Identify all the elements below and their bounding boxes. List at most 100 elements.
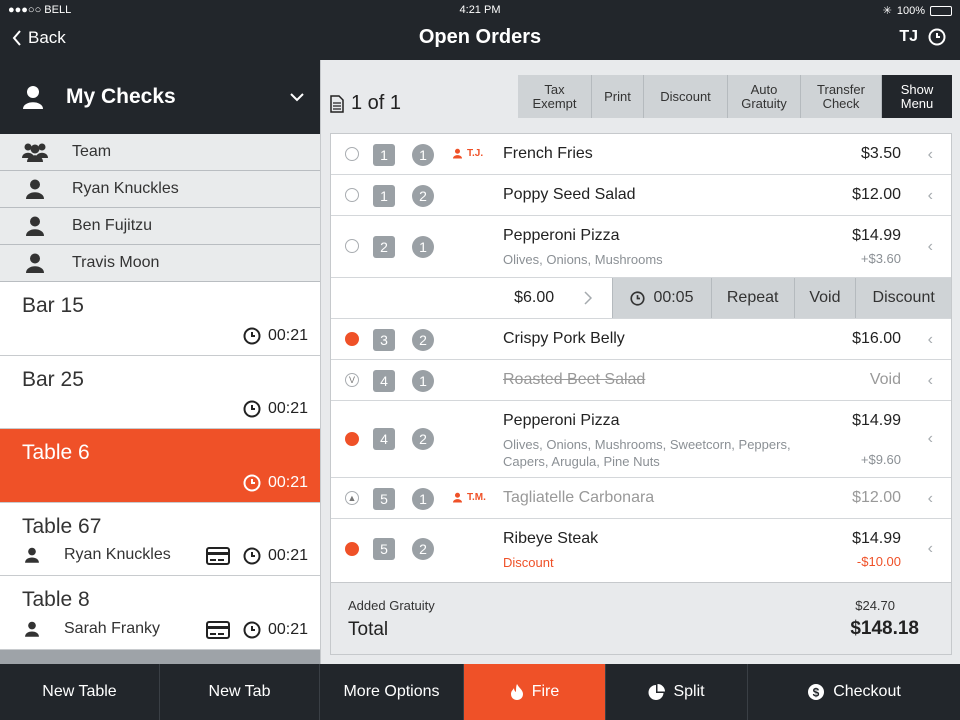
seat-badge: 2: [373, 236, 395, 258]
split-button[interactable]: Split: [606, 664, 748, 720]
ticket-timer: 00:21: [243, 327, 308, 345]
fired-status-dot[interactable]: [345, 542, 359, 556]
document-icon: [330, 94, 344, 113]
order-row-crispy-pork-belly[interactable]: 3 2 Crispy Pork Belly $16.00 ‹: [331, 319, 951, 360]
new-tab-button[interactable]: New Tab: [160, 664, 320, 720]
chevron-left-icon[interactable]: ‹: [928, 540, 933, 558]
order-row-pepperoni-pizza-2[interactable]: 4 2 Pepperoni Pizza Olives, Onions, Mush…: [331, 401, 951, 478]
order-row-pepperoni-pizza[interactable]: 2 1 Pepperoni Pizza Olives, Onions, Mush…: [331, 216, 951, 278]
item-name: Pepperoni Pizza: [503, 412, 620, 429]
ticket-name: Table 8: [22, 588, 90, 611]
fired-status-dot[interactable]: [345, 432, 359, 446]
staff-name: Travis Moon: [72, 254, 160, 271]
total-value: $148.18: [850, 618, 919, 639]
clock-icon: [243, 474, 261, 491]
void-button[interactable]: Void: [793, 278, 856, 318]
chevron-left-icon: [12, 30, 21, 46]
person-icon: [26, 179, 44, 199]
tax-exempt-button[interactable]: Tax Exempt: [518, 75, 592, 118]
show-menu-button[interactable]: Show Menu: [882, 75, 952, 118]
chevron-left-icon[interactable]: ‹: [928, 430, 933, 448]
item-price: $12.00: [852, 186, 901, 203]
page-count: 1 of 1: [351, 92, 402, 114]
person-icon: [453, 492, 462, 503]
staff-item-travis[interactable]: Travis Moon: [0, 245, 320, 282]
item-name: Ribeye Steak: [503, 530, 599, 547]
fire-status-radio[interactable]: [345, 147, 359, 161]
credit-card-icon: [206, 547, 230, 565]
timer-button[interactable]: 00:05: [612, 278, 711, 318]
fired-status-dot[interactable]: [345, 332, 359, 346]
my-checks-dropdown[interactable]: My Checks: [0, 60, 320, 134]
new-table-button[interactable]: New Table: [0, 664, 160, 720]
order-row-french-fries[interactable]: 1 1 T.J. French Fries $3.50 ‹: [331, 134, 951, 175]
chevron-left-icon[interactable]: ‹: [928, 490, 933, 508]
owner-name: Ryan Knuckles: [64, 546, 171, 563]
ticket-timer: 00:21: [243, 474, 308, 492]
chevron-left-icon[interactable]: ‹: [928, 238, 933, 256]
page-title: Open Orders: [418, 26, 542, 48]
item-price: $14.99: [852, 227, 901, 244]
fire-status-radio[interactable]: [345, 188, 359, 202]
ticket-owner: Ryan Knuckles: [22, 545, 171, 565]
ticket-name: Table 67: [22, 514, 102, 538]
item-discount-button[interactable]: Discount: [855, 278, 951, 318]
seat-badge: 1: [373, 144, 395, 166]
clock-icon[interactable]: [928, 28, 946, 46]
void-mark-icon: V: [345, 373, 359, 387]
owner-initials: T.J.: [467, 148, 484, 159]
chevron-left-icon[interactable]: ‹: [928, 146, 933, 164]
repeat-label: Repeat: [726, 289, 779, 306]
top-bar: ●●●○○ BELL 4:21 PM ✳ 100% Back Open Orde…: [0, 0, 960, 60]
chevron-left-icon[interactable]: ‹: [928, 187, 933, 205]
ticket-timer: 00:21: [243, 547, 308, 565]
ticket-table-67[interactable]: Table 67 Ryan Knuckles 00:21: [0, 502, 320, 576]
check-detail: 1 of 1 Tax Exempt Print Discount Auto Grat…: [320, 60, 960, 664]
ticket-bar-15[interactable]: Bar 15 00:21: [0, 282, 320, 356]
staff-name: Team: [72, 143, 112, 160]
staff-item-team[interactable]: Team: [0, 134, 320, 171]
ticket-time: 00:21: [267, 400, 308, 417]
user-menu[interactable]: TJ: [899, 28, 946, 46]
order-row-tagliatelle-carbonara[interactable]: ▲ 5 1 T.M. Tagliatelle Carbonara $12.00 …: [331, 478, 951, 519]
owner-initials: T.M.: [467, 492, 486, 503]
item-discount-note: Discount: [503, 555, 554, 570]
seat-badge: 4: [373, 428, 395, 450]
course-badge: 2: [412, 329, 434, 351]
back-button[interactable]: Back: [12, 28, 66, 48]
fire-status-radio[interactable]: [345, 239, 359, 253]
more-options-button[interactable]: More Options: [320, 664, 464, 720]
check-totals: Added Gratuity $24.70 Total $148.18: [331, 582, 951, 654]
battery-percent: 100%: [896, 4, 925, 17]
auto-gratuity-button[interactable]: Auto Gratuity: [728, 75, 801, 118]
course-badge: 1: [412, 370, 434, 392]
discount-button[interactable]: Discount: [644, 75, 728, 118]
order-row-roasted-beet-salad[interactable]: V 4 1 Roasted Beet Salad Void ‹: [331, 360, 951, 401]
order-list: 1 1 T.J. French Fries $3.50 ‹ 1 2 Poppy …: [330, 133, 952, 655]
checkout-button[interactable]: $ Checkout: [748, 664, 960, 720]
staff-item-ben[interactable]: Ben Fujitzu: [0, 208, 320, 245]
transfer-check-button[interactable]: Transfer Check: [801, 75, 882, 118]
ticket-owner: Sarah Franky: [22, 619, 160, 639]
course-badge: 2: [412, 185, 434, 207]
fire-button[interactable]: Fire: [464, 664, 606, 720]
chevron-left-icon[interactable]: ‹: [928, 372, 933, 390]
print-button[interactable]: Print: [592, 75, 644, 118]
item-price: $14.99: [852, 412, 901, 429]
order-row-poppy-seed-salad[interactable]: 1 2 Poppy Seed Salad $12.00 ‹: [331, 175, 951, 216]
staff-item-ryan[interactable]: Ryan Knuckles: [0, 171, 320, 208]
ticket-name: Bar 25: [22, 367, 84, 391]
owner-tag: T.M.: [451, 491, 486, 504]
item-name: Poppy Seed Salad: [503, 186, 636, 203]
ticket-table-8[interactable]: Table 8 Sarah Franky 00:21: [0, 576, 320, 650]
ticket-bar-25[interactable]: Bar 25 00:21: [0, 355, 320, 429]
status-bar: ●●●○○ BELL 4:21 PM ✳ 100%: [0, 0, 960, 20]
modifier-price: +$3.60: [860, 251, 901, 266]
ticket-table-6[interactable]: Table 6 00:21: [0, 429, 320, 503]
item-amount[interactable]: $6.00: [331, 278, 613, 318]
order-row-ribeye-steak[interactable]: 5 2 Ribeye Steak Discount $14.99 -$10.00…: [331, 519, 951, 580]
repeat-button[interactable]: Repeat: [710, 278, 794, 318]
chevron-left-icon[interactable]: ‹: [928, 331, 933, 349]
course-badge: 1: [412, 144, 434, 166]
tax-exempt-label: Tax: [544, 81, 565, 97]
